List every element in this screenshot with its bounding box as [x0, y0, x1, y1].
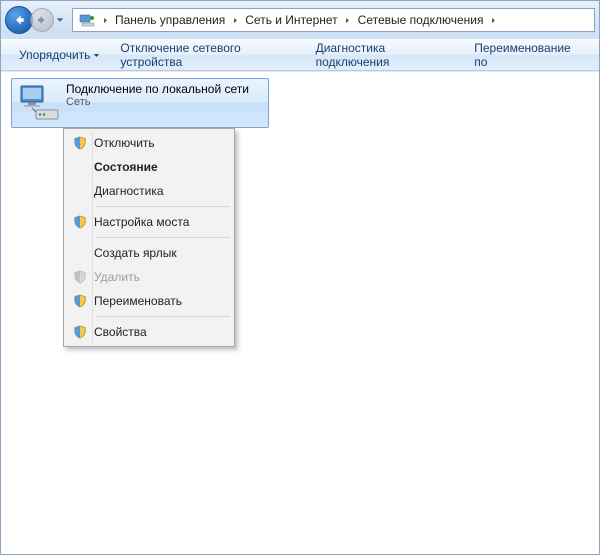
menu-label: Диагностика	[94, 184, 164, 198]
menu-separator	[96, 237, 230, 238]
arrow-right-icon	[36, 14, 48, 26]
shield-icon	[66, 325, 94, 339]
menu-item-diagnose[interactable]: Диагностика	[66, 179, 232, 203]
diagnose-button[interactable]: Диагностика подключения	[306, 40, 465, 70]
rename-button[interactable]: Переименование по	[464, 40, 591, 70]
back-button[interactable]	[5, 6, 33, 34]
organize-label: Упорядочить	[19, 48, 90, 62]
context-menu-gutter	[92, 131, 93, 344]
content-area: Подключение по локальной сети Сеть Отклю…	[1, 71, 599, 554]
menu-item-rename[interactable]: Переименовать	[66, 289, 232, 313]
disable-device-label: Отключение сетевого устройства	[120, 41, 295, 69]
menu-item-delete: Удалить	[66, 265, 232, 289]
arrow-left-icon	[12, 13, 26, 27]
shield-icon	[66, 215, 94, 229]
forward-button	[30, 8, 54, 32]
connection-item[interactable]: Подключение по локальной сети Сеть	[11, 78, 269, 128]
breadcrumb-segment[interactable]: Панель управления	[111, 13, 229, 27]
breadcrumb-separator[interactable]	[487, 17, 499, 24]
menu-separator	[96, 206, 230, 207]
menu-label: Свойства	[94, 325, 147, 339]
connection-text: Подключение по локальной сети Сеть	[66, 82, 262, 124]
breadcrumb-segment[interactable]: Сетевые подключения	[354, 13, 488, 27]
nav-buttons	[5, 6, 66, 34]
shield-icon-disabled	[66, 270, 94, 284]
navigation-bar: Панель управления Сеть и Интернет Сетевы…	[1, 1, 599, 39]
context-menu: Отключить Состояние Диагностика Настройк…	[63, 128, 235, 347]
disable-device-button[interactable]: Отключение сетевого устройства	[110, 40, 305, 70]
shield-icon	[66, 136, 94, 150]
breadcrumb-separator[interactable]	[99, 17, 111, 24]
menu-item-properties[interactable]: Свойства	[66, 320, 232, 344]
rename-label: Переименование по	[474, 41, 581, 69]
nav-history-dropdown[interactable]	[54, 8, 66, 32]
menu-label: Удалить	[94, 270, 140, 284]
network-folder-icon	[79, 12, 95, 28]
breadcrumb-separator[interactable]	[229, 17, 241, 24]
connection-title: Подключение по локальной сети	[66, 82, 262, 96]
menu-item-shortcut[interactable]: Создать ярлык	[66, 241, 232, 265]
menu-label: Создать ярлык	[94, 246, 177, 260]
connection-subtitle: Сеть	[66, 96, 262, 108]
menu-label: Переименовать	[94, 294, 182, 308]
diagnose-label: Диагностика подключения	[316, 41, 455, 69]
chevron-down-icon	[93, 48, 100, 62]
toolbar: Упорядочить Отключение сетевого устройст…	[1, 39, 599, 71]
breadcrumb-separator[interactable]	[342, 17, 354, 24]
shield-icon	[66, 294, 94, 308]
breadcrumb[interactable]: Панель управления Сеть и Интернет Сетевы…	[72, 8, 595, 32]
menu-separator	[96, 316, 230, 317]
menu-label: Отключить	[94, 136, 155, 150]
menu-label: Настройка моста	[94, 215, 189, 229]
menu-item-disable[interactable]: Отключить	[66, 131, 232, 155]
organize-button[interactable]: Упорядочить	[9, 40, 110, 70]
chevron-down-icon	[56, 16, 64, 24]
breadcrumb-segment[interactable]: Сеть и Интернет	[241, 13, 341, 27]
menu-item-status[interactable]: Состояние	[66, 155, 232, 179]
lan-connection-icon	[18, 82, 60, 124]
menu-item-bridge[interactable]: Настройка моста	[66, 210, 232, 234]
menu-label: Состояние	[94, 160, 158, 174]
